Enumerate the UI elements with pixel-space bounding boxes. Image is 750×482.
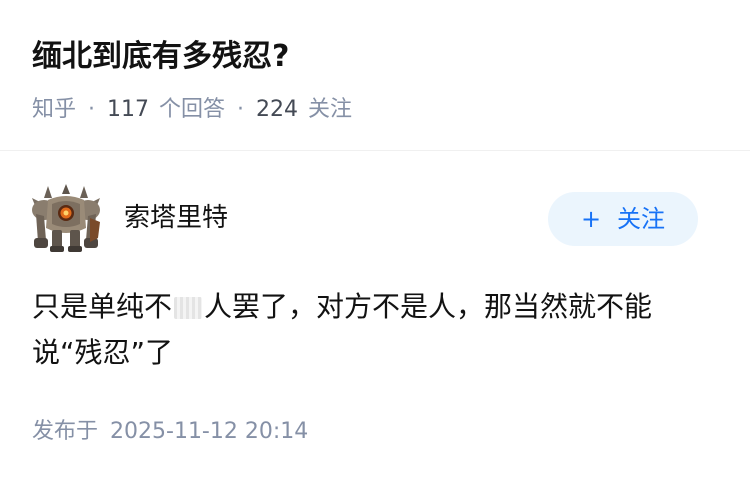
answer-count: 117: [107, 97, 150, 122]
question-meta: 知乎 · 117 个回答 · 224 关注: [32, 94, 352, 126]
armored-golem-avatar-icon: [30, 184, 102, 256]
redacted-word: [174, 297, 203, 319]
question-header: 缅北到底有多残忍? 知乎 · 117 个回答 · 224 关注: [0, 0, 750, 151]
follower-count-label: 关注: [308, 97, 353, 122]
answer-text-part1: 只是单纯不: [32, 290, 173, 323]
follow-button[interactable]: + 关注: [548, 192, 698, 246]
published-label: 发布于: [32, 419, 99, 444]
plus-icon: +: [580, 205, 602, 233]
published-timestamp: 2025-11-12 20:14: [110, 419, 309, 444]
author-row: 索塔里特 + 关注: [0, 180, 750, 260]
author-name[interactable]: 索塔里特: [124, 200, 228, 236]
meta-separator: ·: [88, 97, 96, 122]
answer-count-label: 个回答: [159, 97, 226, 122]
avatar[interactable]: [30, 184, 102, 256]
source-label[interactable]: 知乎: [32, 97, 76, 122]
answer-content[interactable]: 只是单纯不 人罢了，对方不是人，那当然就不能说“残忍”了: [32, 284, 722, 376]
publish-time: 发布于 2025-11-12 20:14: [32, 416, 308, 448]
follow-button-label: 关注: [617, 205, 666, 233]
meta-separator: ·: [237, 97, 245, 122]
follower-count: 224: [256, 97, 299, 122]
question-title[interactable]: 缅北到底有多残忍?: [32, 34, 289, 80]
